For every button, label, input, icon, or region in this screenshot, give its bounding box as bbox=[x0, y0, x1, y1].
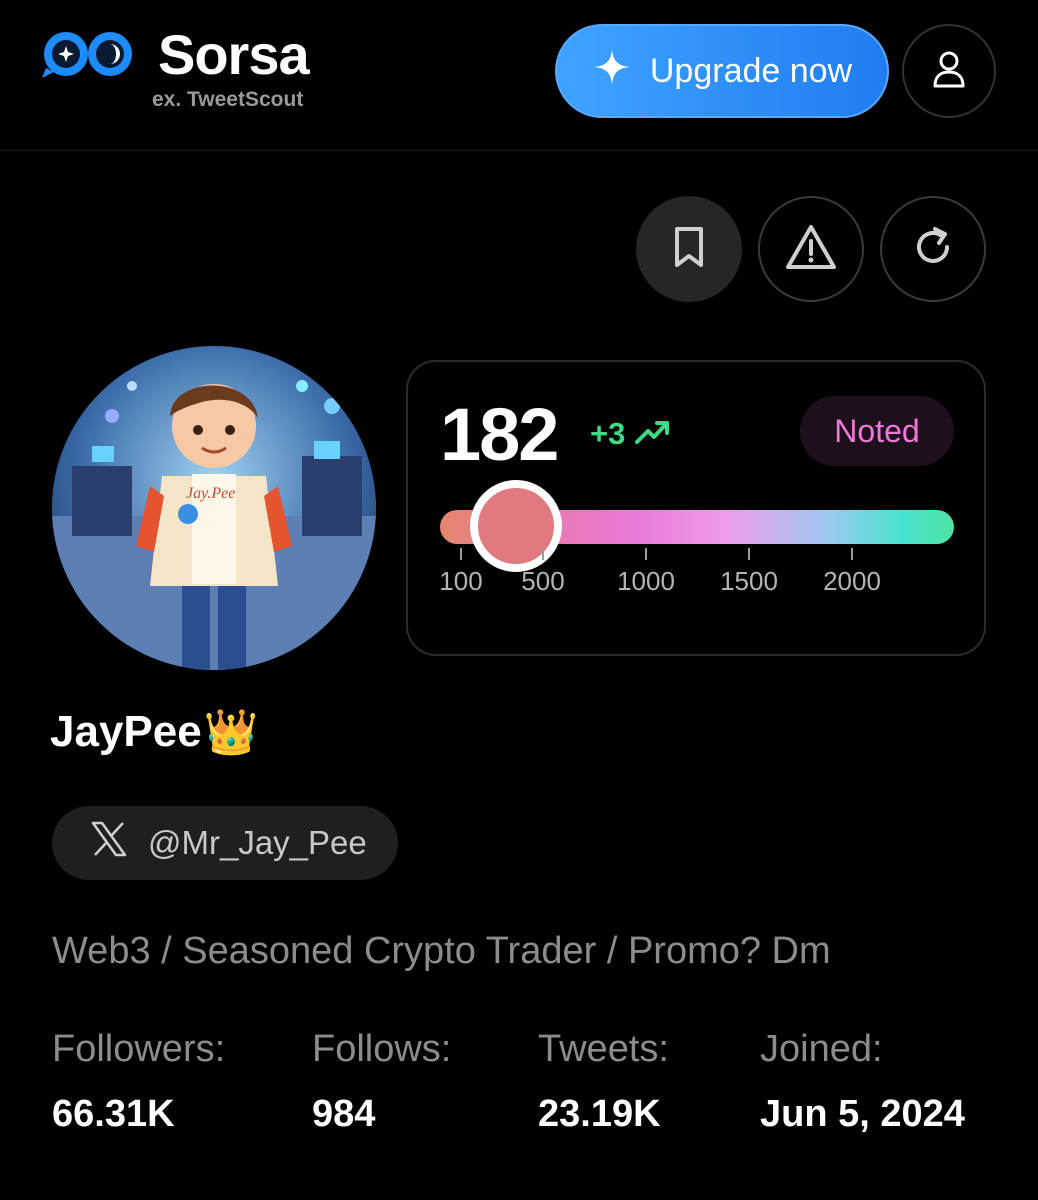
score-change-value: +3 bbox=[590, 416, 626, 451]
report-button[interactable] bbox=[758, 196, 864, 302]
scale-tick-label: 2000 bbox=[823, 566, 881, 596]
scale-tick-label: 100 bbox=[439, 566, 483, 596]
scale-tick bbox=[460, 548, 462, 560]
profile-bio: Web3 / Seasoned Crypto Trader / Promo? D… bbox=[52, 930, 831, 972]
stat-joined: Joined: Jun 5, 2024 bbox=[760, 1028, 965, 1136]
x-handle-text: @Mr_Jay_Pee bbox=[148, 824, 367, 861]
brand-name: Sorsa bbox=[158, 23, 310, 86]
score-card: 182 +3 Noted 100 500 1000 1500 2000 bbox=[406, 360, 986, 656]
user-icon bbox=[931, 49, 967, 94]
display-name-text: JayPee bbox=[50, 707, 202, 756]
scale-tick bbox=[645, 548, 647, 560]
stat-value: Jun 5, 2024 bbox=[760, 1093, 965, 1135]
scale-tick bbox=[851, 548, 853, 560]
stat-followers: Followers: 66.31K bbox=[52, 1028, 225, 1136]
bookmark-icon bbox=[669, 223, 709, 276]
refresh-button[interactable] bbox=[880, 196, 986, 302]
account-button[interactable] bbox=[902, 24, 996, 118]
scale-tick-label: 1500 bbox=[720, 566, 778, 596]
display-name: JayPee 👑 bbox=[50, 706, 259, 758]
top-header: Sorsa ex. TweetScout Upgrade now bbox=[0, 0, 1038, 151]
scale-tick-label: 500 bbox=[521, 566, 565, 596]
upgrade-label: Upgrade now bbox=[649, 51, 853, 90]
status-badge: Noted bbox=[800, 396, 954, 466]
scale-tick bbox=[748, 548, 750, 560]
avatar: Jay.Pee bbox=[52, 346, 376, 670]
refresh-icon bbox=[909, 223, 957, 276]
svg-text:Jay.Pee: Jay.Pee bbox=[186, 485, 235, 502]
sorsa-logo[interactable] bbox=[40, 28, 136, 80]
stat-tweets: Tweets: 23.19K bbox=[538, 1028, 669, 1136]
stat-value: 984 bbox=[312, 1093, 376, 1135]
scale-tick-label: 1000 bbox=[617, 566, 675, 596]
score-scale-marker bbox=[470, 480, 562, 572]
x-handle-link[interactable]: @Mr_Jay_Pee bbox=[52, 806, 398, 880]
sparkle-icon bbox=[592, 47, 632, 96]
crown-emoji: 👑 bbox=[203, 708, 259, 757]
stat-value: 23.19K bbox=[538, 1093, 661, 1135]
stat-label: Follows: bbox=[312, 1028, 452, 1070]
stat-label: Tweets: bbox=[538, 1028, 669, 1070]
stat-value: 66.31K bbox=[52, 1093, 175, 1135]
stat-follows: Follows: 984 bbox=[312, 1028, 451, 1136]
trend-up-icon bbox=[635, 416, 670, 452]
warning-icon bbox=[785, 223, 837, 276]
score-change: +3 bbox=[590, 416, 670, 452]
stat-label: Joined: bbox=[760, 1028, 883, 1070]
stat-label: Followers: bbox=[52, 1028, 226, 1070]
brand-subtitle: ex. TweetScout bbox=[152, 88, 304, 111]
x-logo-icon bbox=[90, 820, 128, 866]
bookmark-button[interactable] bbox=[636, 196, 742, 302]
scale-tick bbox=[542, 548, 544, 560]
score-value: 182 bbox=[440, 393, 559, 476]
upgrade-button[interactable]: Upgrade now bbox=[555, 24, 889, 118]
